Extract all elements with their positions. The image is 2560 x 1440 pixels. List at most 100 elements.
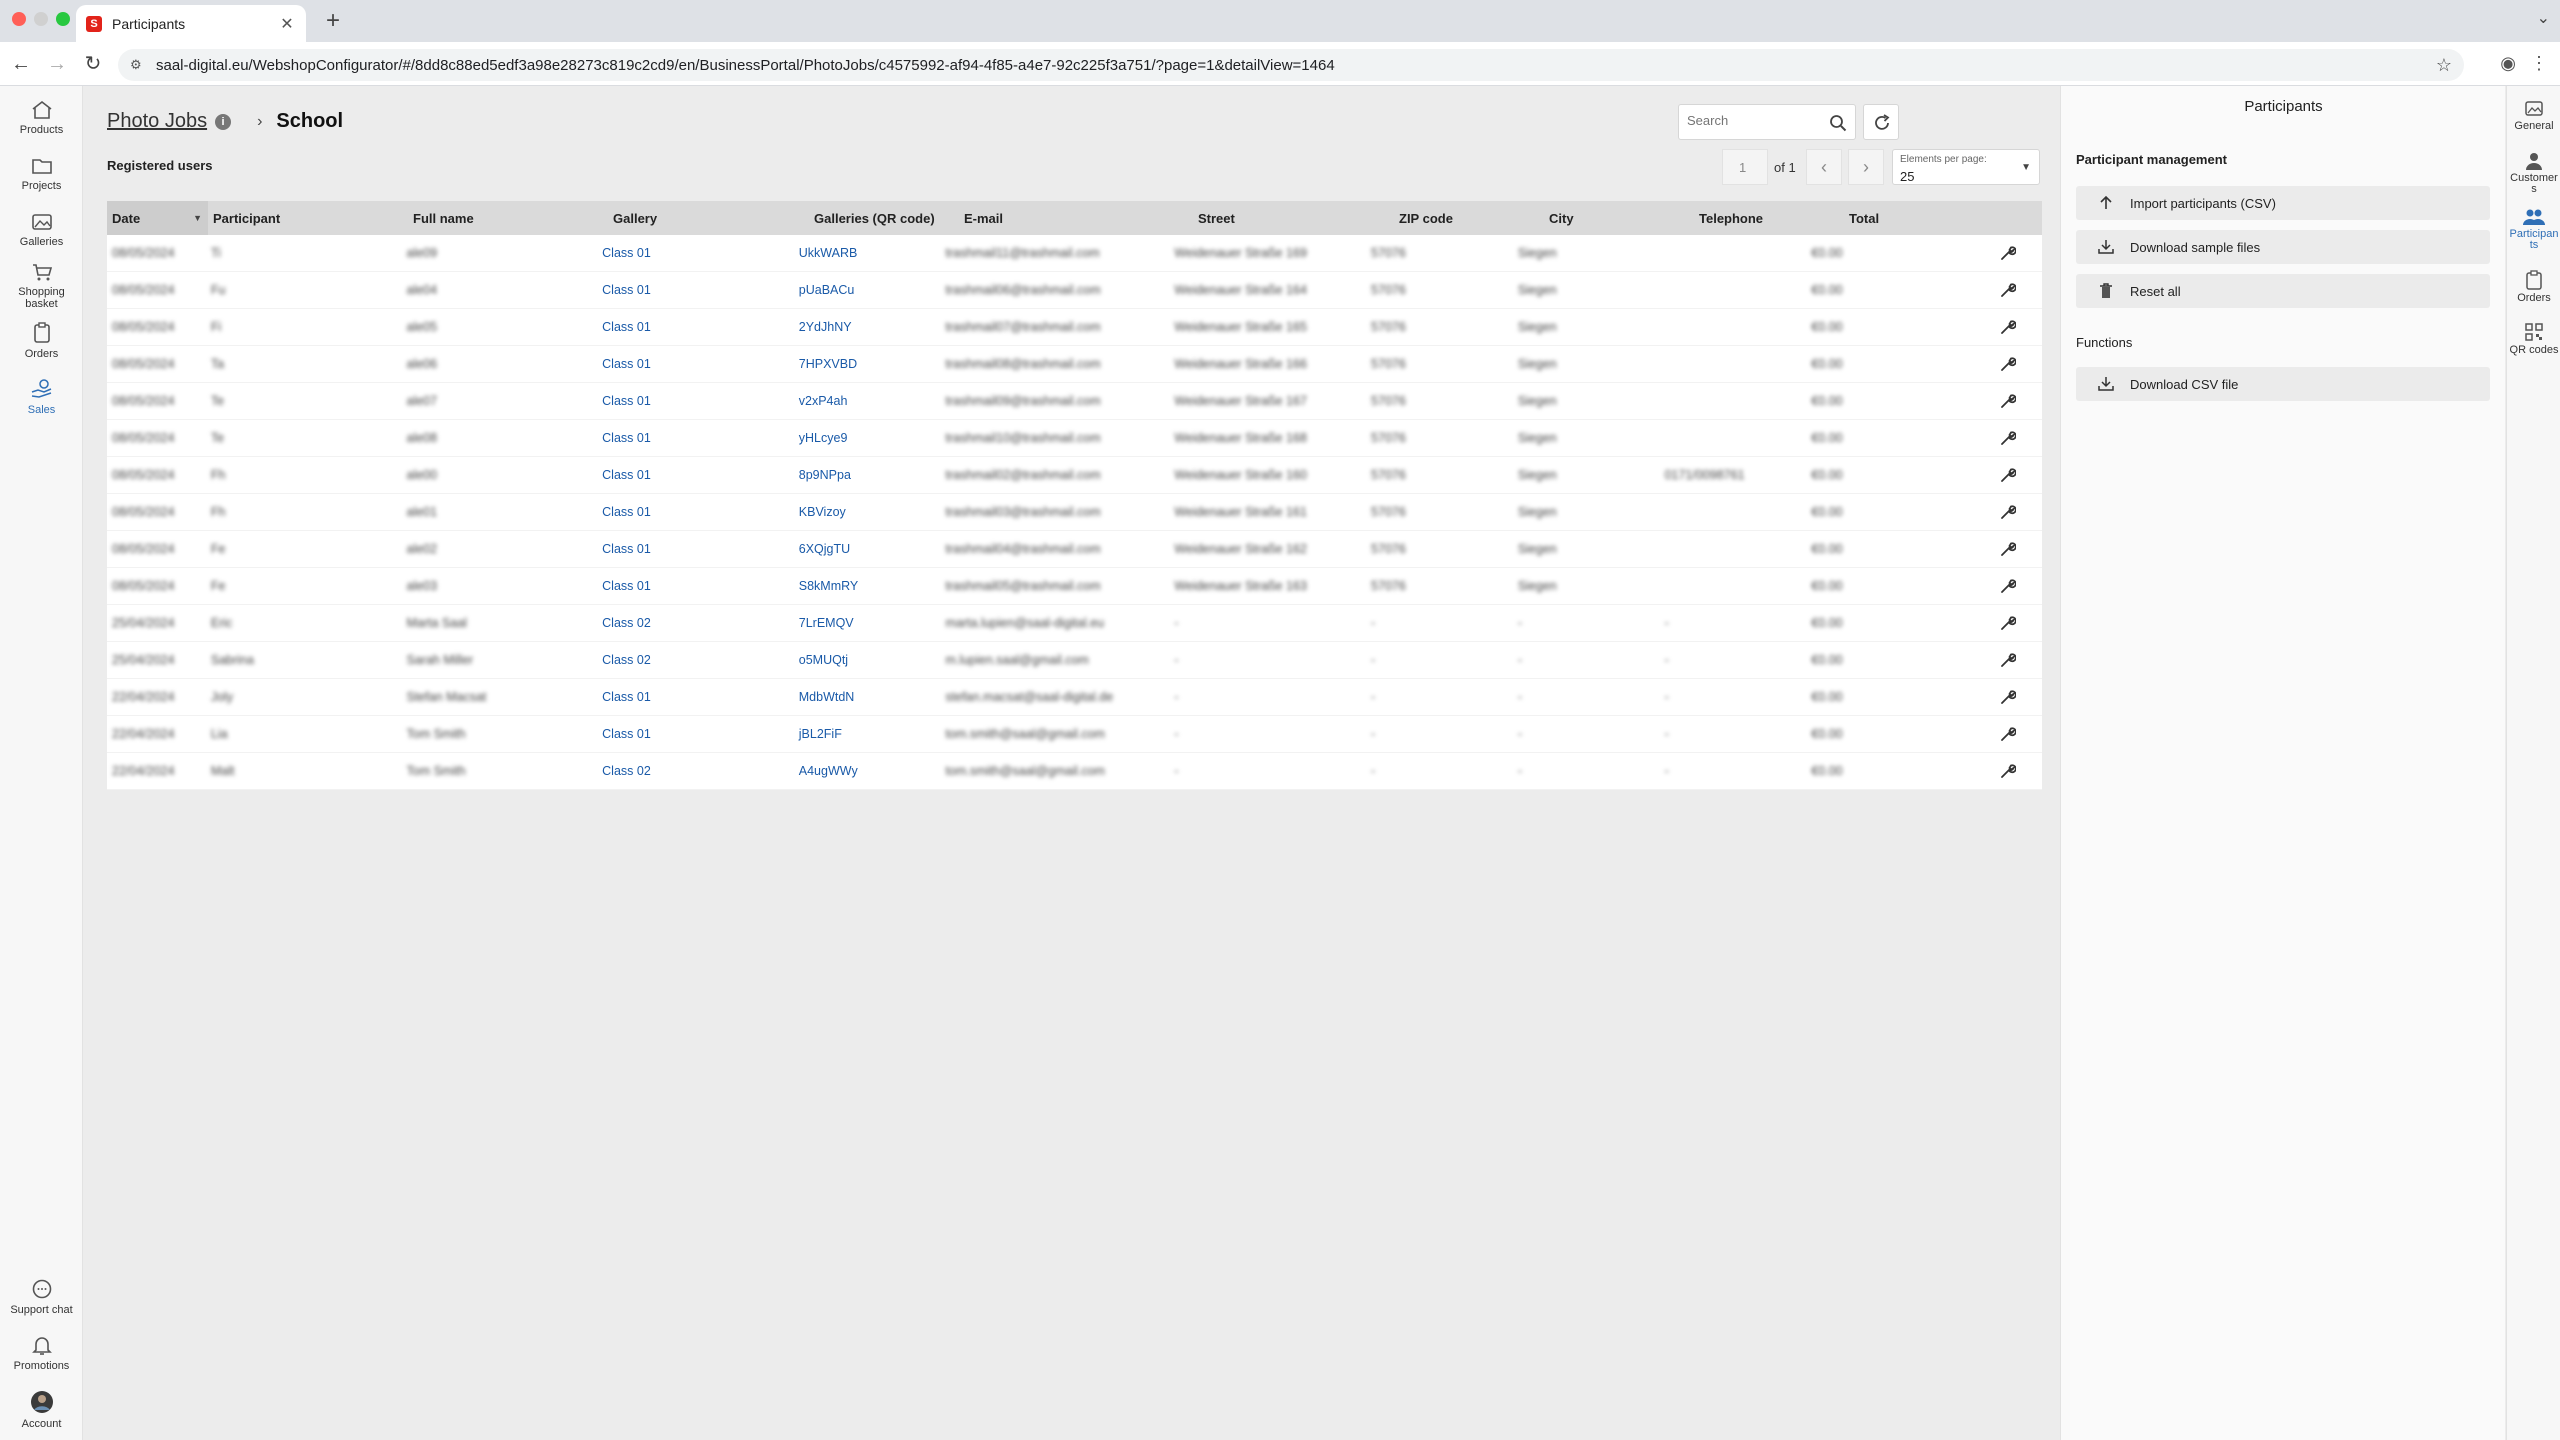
refresh-button[interactable]: [1863, 104, 1899, 140]
table-row[interactable]: 08/05/2024 Fi ale05 Class 01 2YdJhNY trashmai…: [107, 309, 2042, 346]
table-row[interactable]: 08/05/2024 Fh ale00 Class 01 8p9NPpa trashmai…: [107, 457, 2042, 494]
table-row[interactable]: 25/04/2024 Sabrina Sarah Miller Class 02 o5M…: [107, 642, 2042, 679]
tab-orders[interactable]: Orders: [2507, 270, 2560, 304]
cell-gallery[interactable]: Class 01: [597, 357, 794, 371]
cell-qr-code[interactable]: jBL2FiF: [794, 727, 941, 741]
column-header-email[interactable]: E-mail: [959, 201, 1193, 235]
cell-qr-code[interactable]: A4ugWWy: [794, 764, 941, 778]
next-page-button[interactable]: ›: [1848, 149, 1884, 185]
cell-gallery[interactable]: Class 01: [597, 431, 794, 445]
elements-per-page-select[interactable]: Elements per page: 25 ▼: [1892, 149, 2040, 185]
search-box[interactable]: [1678, 104, 1856, 140]
tab-customers[interactable]: Customers: [2507, 152, 2560, 195]
wrench-icon[interactable]: [2000, 689, 2017, 705]
table-row[interactable]: 25/04/2024 Eric Marta Saal Class 02 7LrEMQV m…: [107, 605, 2042, 642]
cell-qr-code[interactable]: yHLcye9: [794, 431, 941, 445]
nav-galleries[interactable]: Galleries: [0, 212, 83, 248]
forward-button[interactable]: →: [44, 51, 70, 77]
profile-icon[interactable]: ◉: [2500, 53, 2516, 74]
table-row[interactable]: 08/05/2024 Fe ale02 Class 01 6XQjgTU trashmai…: [107, 531, 2042, 568]
table-row[interactable]: 08/05/2024 Fe ale03 Class 01 S8kMmRY trashmai…: [107, 568, 2042, 605]
nav-account[interactable]: Account: [0, 1390, 83, 1430]
new-tab-button[interactable]: +: [320, 7, 346, 35]
table-row[interactable]: 08/05/2024 Te ale07 Class 01 v2xP4ah trashmai…: [107, 383, 2042, 420]
cell-gallery[interactable]: Class 01: [597, 246, 794, 260]
cell-gallery[interactable]: Class 01: [597, 394, 794, 408]
cell-gallery[interactable]: Class 01: [597, 579, 794, 593]
url-text[interactable]: saal-digital.eu/WebshopConfigurator/#/8d…: [156, 57, 2436, 74]
cell-qr-code[interactable]: 2YdJhNY: [794, 320, 941, 334]
site-settings-icon[interactable]: ⚙: [130, 57, 152, 73]
search-icon[interactable]: [1829, 114, 1847, 132]
wrench-icon[interactable]: [2000, 615, 2017, 631]
table-row[interactable]: 08/05/2024 Ta ale06 Class 01 7HPXVBD trashmai…: [107, 346, 2042, 383]
column-header-city[interactable]: City: [1544, 201, 1694, 235]
column-header-qr[interactable]: Galleries (QR code): [809, 201, 959, 235]
wrench-icon[interactable]: [2000, 282, 2017, 298]
nav-projects[interactable]: Projects: [0, 156, 83, 192]
nav-products[interactable]: Products: [0, 100, 83, 136]
cell-qr-code[interactable]: KBVizoy: [794, 505, 941, 519]
wrench-icon[interactable]: [2000, 504, 2017, 520]
column-header-participant[interactable]: Participant: [208, 201, 408, 235]
table-row[interactable]: 08/05/2024 Fh ale01 Class 01 KBVizoy trashmai…: [107, 494, 2042, 531]
cell-gallery[interactable]: Class 02: [597, 616, 794, 630]
maximize-window-button[interactable]: [56, 12, 70, 26]
cell-qr-code[interactable]: pUaBACu: [794, 283, 941, 297]
tab-search-icon[interactable]: ⌄: [2537, 8, 2550, 28]
cell-qr-code[interactable]: 8p9NPpa: [794, 468, 941, 482]
reset-all-button[interactable]: Reset all: [2076, 274, 2490, 308]
wrench-icon[interactable]: [2000, 467, 2017, 483]
cell-gallery[interactable]: Class 01: [597, 505, 794, 519]
nav-support-chat[interactable]: Support chat: [0, 1278, 83, 1316]
cell-gallery[interactable]: Class 02: [597, 653, 794, 667]
column-header-date[interactable]: Date ▼: [107, 201, 208, 235]
table-row[interactable]: 22/04/2024 Lia Tom Smith Class 01 jBL2FiF tom…: [107, 716, 2042, 753]
cell-gallery[interactable]: Class 01: [597, 727, 794, 741]
cell-qr-code[interactable]: UkkWARB: [794, 246, 941, 260]
nav-promotions[interactable]: Promotions: [0, 1334, 83, 1372]
cell-qr-code[interactable]: 7LrEMQV: [794, 616, 941, 630]
info-icon[interactable]: i: [215, 113, 232, 130]
wrench-icon[interactable]: [2000, 245, 2017, 261]
search-input[interactable]: [1687, 113, 1827, 128]
cell-gallery[interactable]: Class 01: [597, 283, 794, 297]
wrench-icon[interactable]: [2000, 430, 2017, 446]
browser-tab[interactable]: S Participants ✕: [76, 5, 306, 42]
close-window-button[interactable]: [12, 12, 26, 26]
column-header-full-name[interactable]: Full name: [408, 201, 608, 235]
cell-qr-code[interactable]: MdbWtdN: [794, 690, 941, 704]
tab-participants[interactable]: Participants: [2507, 208, 2560, 251]
column-header-street[interactable]: Street: [1193, 201, 1394, 235]
cell-qr-code[interactable]: v2xP4ah: [794, 394, 941, 408]
nav-sales[interactable]: Sales: [0, 378, 83, 416]
browser-menu-icon[interactable]: ⋮: [2530, 53, 2548, 74]
address-bar[interactable]: ⚙ saal-digital.eu/WebshopConfigurator/#/…: [118, 49, 2464, 81]
wrench-icon[interactable]: [2000, 652, 2017, 668]
cell-gallery[interactable]: Class 01: [597, 690, 794, 704]
cell-gallery[interactable]: Class 01: [597, 542, 794, 556]
import-participants-button[interactable]: Import participants (CSV): [2076, 186, 2490, 220]
back-button[interactable]: ←: [8, 51, 34, 77]
wrench-icon[interactable]: [2000, 578, 2017, 594]
tab-qr-codes[interactable]: QR codes: [2507, 322, 2560, 356]
wrench-icon[interactable]: [2000, 319, 2017, 335]
wrench-icon[interactable]: [2000, 393, 2017, 409]
bookmark-star-icon[interactable]: ☆: [2436, 55, 2452, 76]
wrench-icon[interactable]: [2000, 356, 2017, 372]
table-row[interactable]: 08/05/2024 Ti ale09 Class 01 UkkWARB trashmai…: [107, 235, 2042, 272]
reload-button[interactable]: ↻: [80, 51, 106, 77]
column-header-total[interactable]: Total: [1844, 201, 2042, 235]
table-row[interactable]: 08/05/2024 Fu ale04 Class 01 pUaBACu trashmai…: [107, 272, 2042, 309]
wrench-icon[interactable]: [2000, 726, 2017, 742]
cell-qr-code[interactable]: 6XQjgTU: [794, 542, 941, 556]
wrench-icon[interactable]: [2000, 541, 2017, 557]
wrench-icon[interactable]: [2000, 763, 2017, 779]
cell-qr-code[interactable]: S8kMmRY: [794, 579, 941, 593]
table-row[interactable]: 08/05/2024 Te ale08 Class 01 yHLcye9 trashmai…: [107, 420, 2042, 457]
cell-qr-code[interactable]: o5MUQtj: [794, 653, 941, 667]
column-header-gallery[interactable]: Gallery: [608, 201, 809, 235]
cell-gallery[interactable]: Class 02: [597, 764, 794, 778]
nav-shopping-basket[interactable]: Shopping basket: [0, 262, 83, 310]
cell-gallery[interactable]: Class 01: [597, 320, 794, 334]
